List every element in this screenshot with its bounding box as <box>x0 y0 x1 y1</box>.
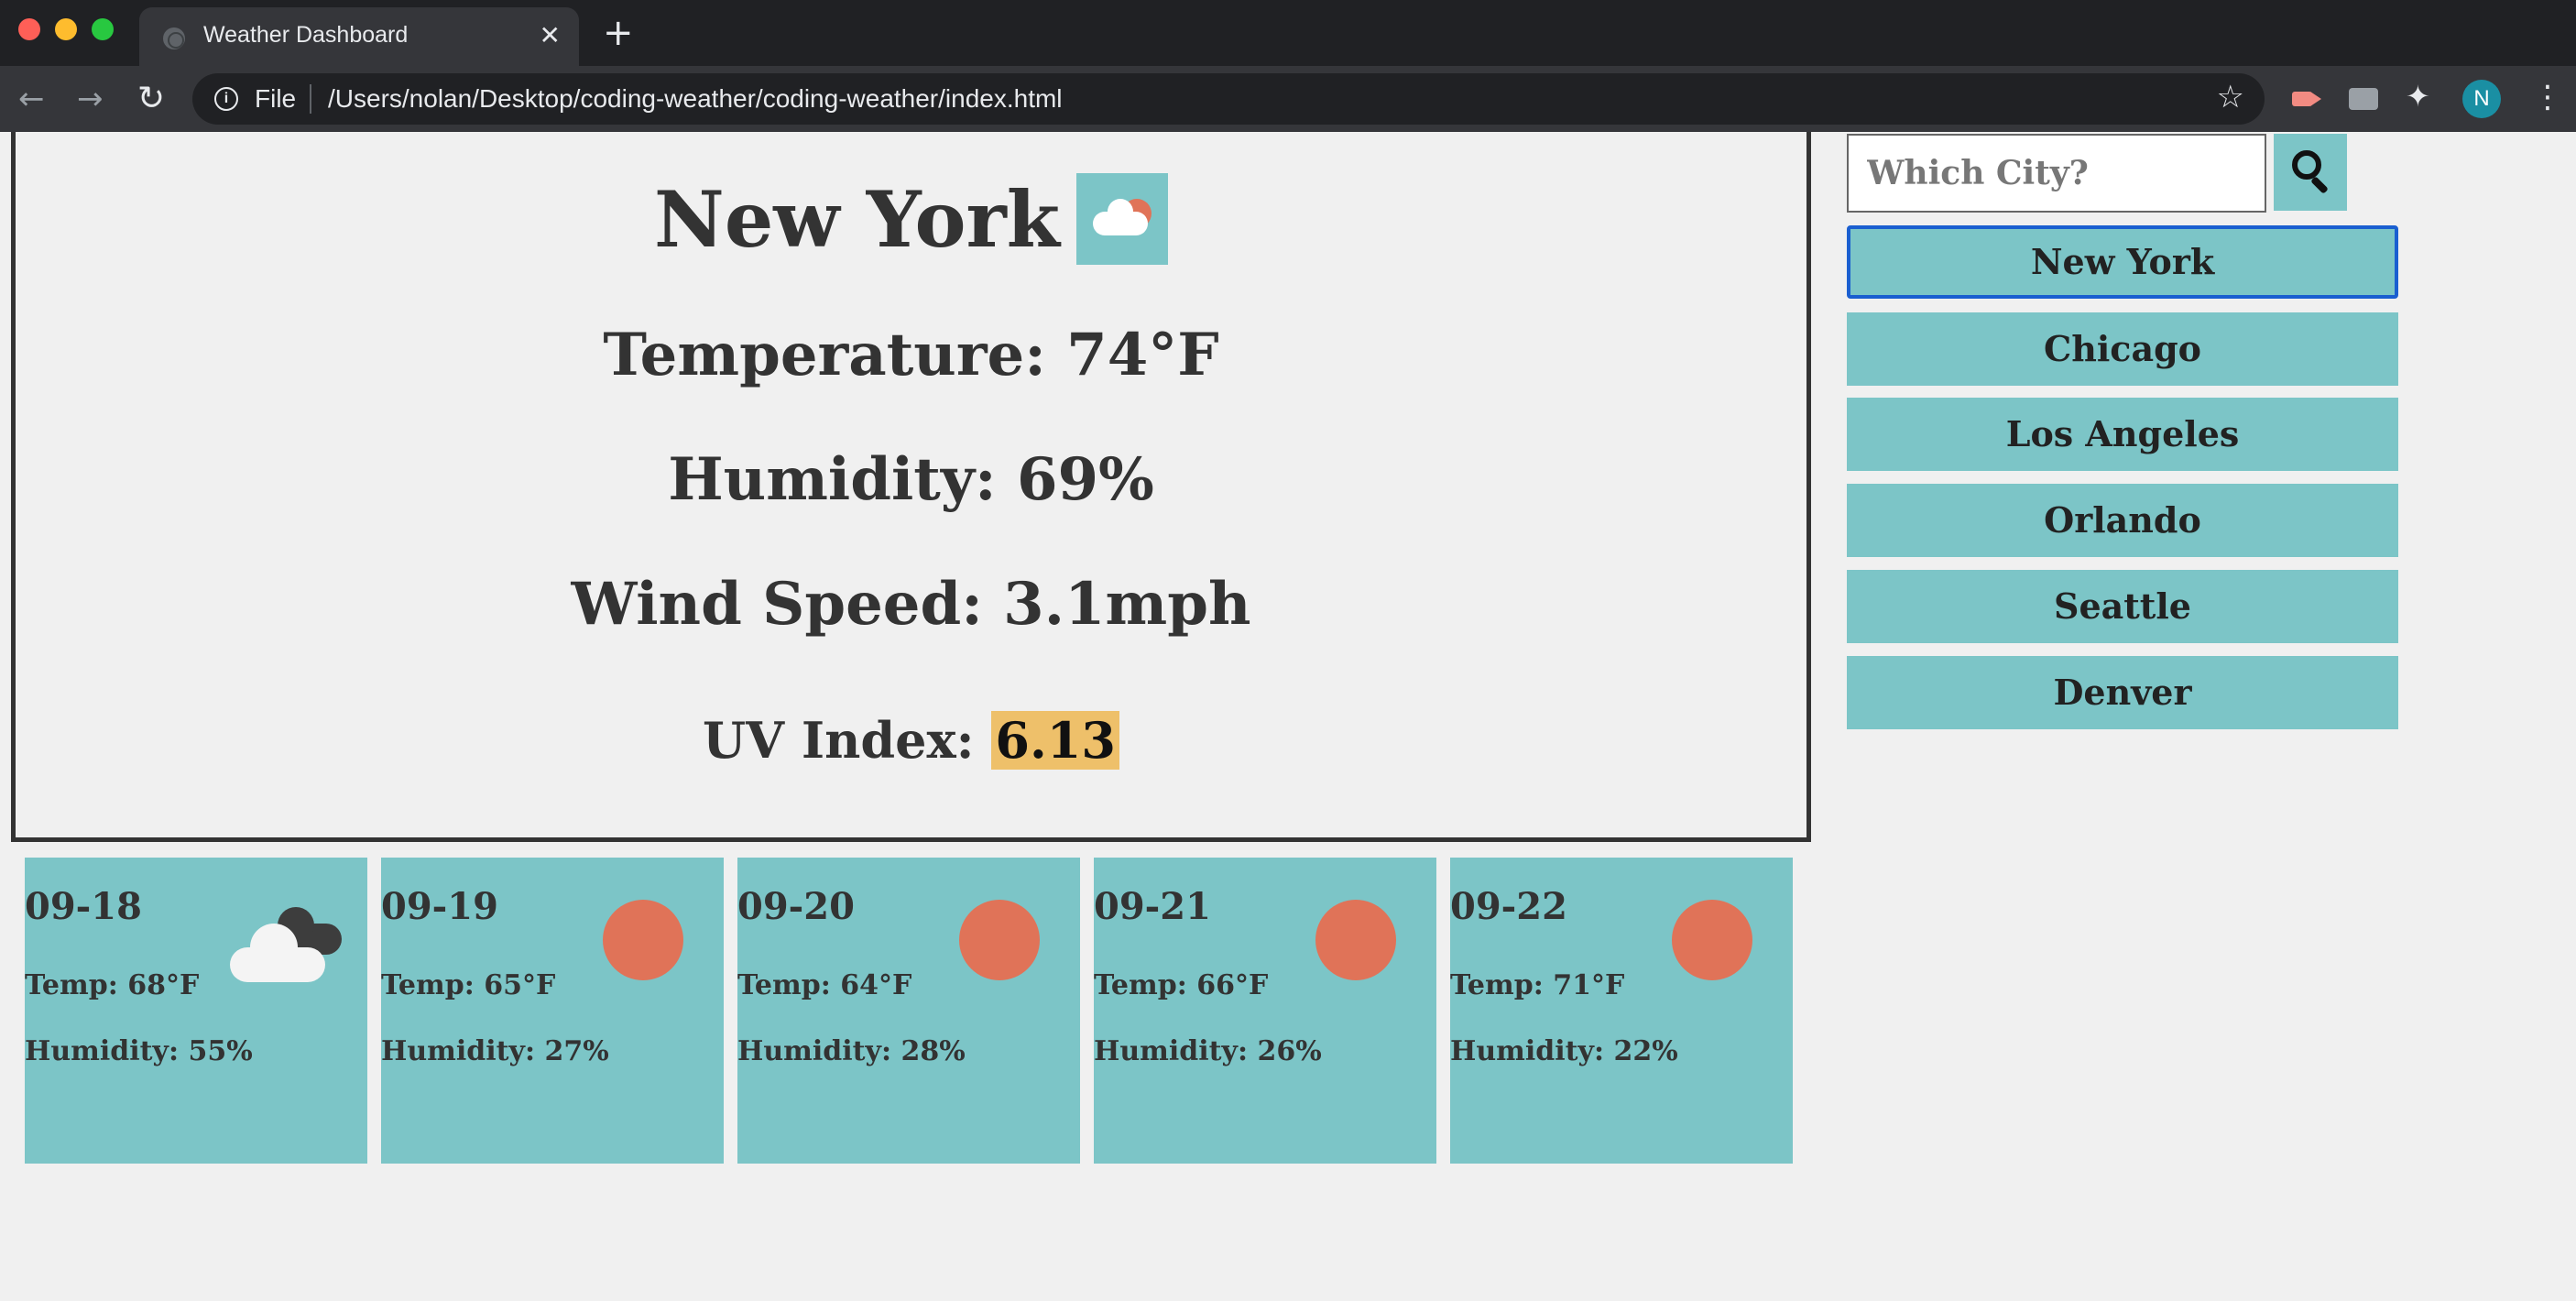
info-icon[interactable]: i <box>214 87 238 111</box>
sun-icon <box>1672 900 1752 980</box>
new-tab-button[interactable]: + <box>603 11 634 55</box>
forecast-humidity: Humidity: 27% <box>381 1035 609 1067</box>
forecast-card: 09-20 Temp: 64°F Humidity: 28% <box>737 858 1080 1164</box>
forecast-temp: Temp: 64°F <box>737 969 912 1001</box>
forecast-card: 09-19 Temp: 65°F Humidity: 27% <box>381 858 724 1164</box>
sun-icon <box>959 900 1040 980</box>
uv-index-badge: 6.13 <box>991 711 1119 770</box>
bookmark-star-icon[interactable]: ☆ <box>2217 79 2244 115</box>
forecast-card: 09-22 Temp: 71°F Humidity: 22% <box>1450 858 1793 1164</box>
address-bar[interactable]: i File /Users/nolan/Desktop/coding-weath… <box>192 73 2265 125</box>
url-scheme-label: File <box>255 84 297 113</box>
extension-gray-icon[interactable] <box>2349 82 2380 115</box>
url-text[interactable]: /Users/nolan/Desktop/coding-weather/codi… <box>328 84 1063 114</box>
search-icon <box>2292 150 2321 180</box>
uv-index-label: UV Index: <box>703 711 992 770</box>
current-humidity: Humidity: 69% <box>668 445 1154 514</box>
current-city-header: New York <box>16 169 1806 269</box>
city-search-input[interactable] <box>1847 134 2266 213</box>
forecast-date: 09-21 <box>1094 885 1211 928</box>
forecast-humidity: Humidity: 22% <box>1450 1035 1678 1067</box>
forecast-temp: Temp: 65°F <box>381 969 556 1001</box>
forecast-date: 09-22 <box>1450 885 1567 928</box>
city-button-orlando[interactable]: Orlando <box>1847 484 2398 557</box>
minimize-window-button[interactable] <box>55 18 77 40</box>
extension-record-icon[interactable] <box>2290 82 2323 115</box>
forecast-card: 09-18 Temp: 68°F Humidity: 55% <box>25 858 367 1164</box>
forecast-temp: Temp: 66°F <box>1094 969 1269 1001</box>
browser-tab-bar: Weather Dashboard ✕ + <box>0 0 2576 66</box>
forward-arrow-icon[interactable]: → <box>77 79 104 119</box>
city-button-chicago[interactable]: Chicago <box>1847 312 2398 386</box>
browser-toolbar: ← → ↻ i File /Users/nolan/Desktop/coding… <box>0 66 2576 132</box>
city-button-seattle[interactable]: Seattle <box>1847 570 2398 643</box>
maximize-window-button[interactable] <box>92 18 114 40</box>
current-uv-index: UV Index: 6.13 <box>16 711 1806 770</box>
forecast-humidity: Humidity: 28% <box>737 1035 966 1067</box>
more-menu-icon[interactable]: ⋮ <box>2532 79 2563 115</box>
forecast-humidity: Humidity: 55% <box>25 1035 253 1067</box>
forecast-card: 09-21 Temp: 66°F Humidity: 26% <box>1094 858 1436 1164</box>
sun-icon <box>1315 900 1396 980</box>
search-button[interactable] <box>2274 134 2347 211</box>
forecast-date: 09-18 <box>25 885 142 928</box>
forecast-date: 09-20 <box>737 885 855 928</box>
city-button-los-angeles[interactable]: Los Angeles <box>1847 398 2398 471</box>
forecast-temp: Temp: 68°F <box>25 969 200 1001</box>
clouds-icon <box>226 905 345 988</box>
current-weather-panel: New York Temperature: 74°F Humidity: 69%… <box>11 132 1811 842</box>
back-arrow-icon[interactable]: ← <box>18 79 45 119</box>
forecast-humidity: Humidity: 26% <box>1094 1035 1322 1067</box>
forecast-temp: Temp: 71°F <box>1450 969 1625 1001</box>
current-city-name: New York <box>654 173 1060 265</box>
tab-title: Weather Dashboard <box>203 22 409 48</box>
globe-icon <box>163 27 185 49</box>
forecast-date: 09-19 <box>381 885 498 928</box>
tab-close-icon[interactable]: ✕ <box>540 20 561 50</box>
partly-cloudy-icon <box>1075 173 1168 265</box>
sun-icon <box>603 900 683 980</box>
profile-avatar[interactable]: N <box>2462 80 2501 118</box>
city-button-denver[interactable]: Denver <box>1847 656 2398 729</box>
address-separator <box>310 84 311 114</box>
city-button-new-york[interactable]: New York <box>1847 225 2398 299</box>
current-temperature: Temperature: 74°F <box>603 321 1219 389</box>
extensions-puzzle-icon[interactable]: ✦ <box>2406 79 2430 114</box>
browser-tab[interactable]: Weather Dashboard ✕ <box>139 7 579 66</box>
close-window-button[interactable] <box>18 18 40 40</box>
reload-icon[interactable]: ↻ <box>137 79 165 119</box>
current-wind-speed: Wind Speed: 3.1mph <box>571 570 1251 639</box>
